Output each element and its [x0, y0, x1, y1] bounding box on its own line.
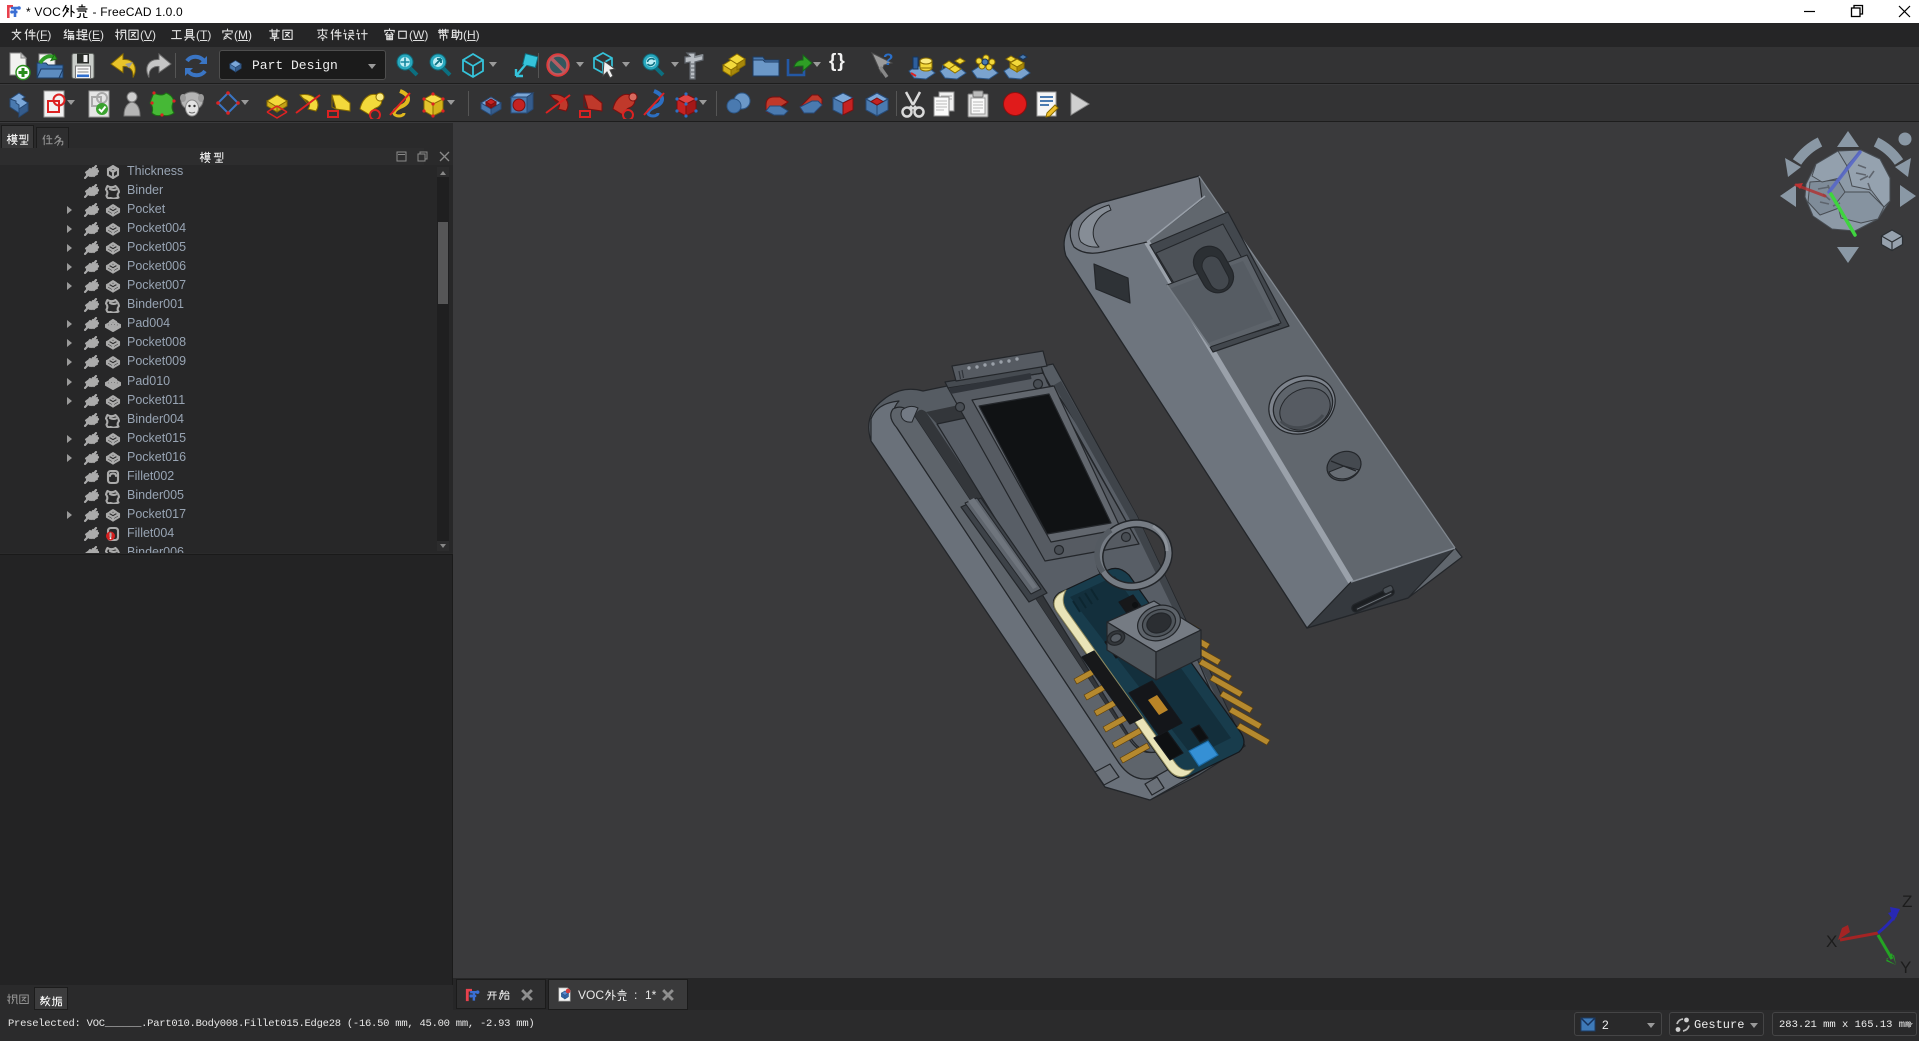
- svg-text:Y: Y: [1900, 958, 1911, 977]
- svg-text:Z: Z: [1902, 892, 1912, 911]
- svg-text:?: ?: [883, 51, 893, 69]
- svg-text:X: X: [1826, 932, 1837, 951]
